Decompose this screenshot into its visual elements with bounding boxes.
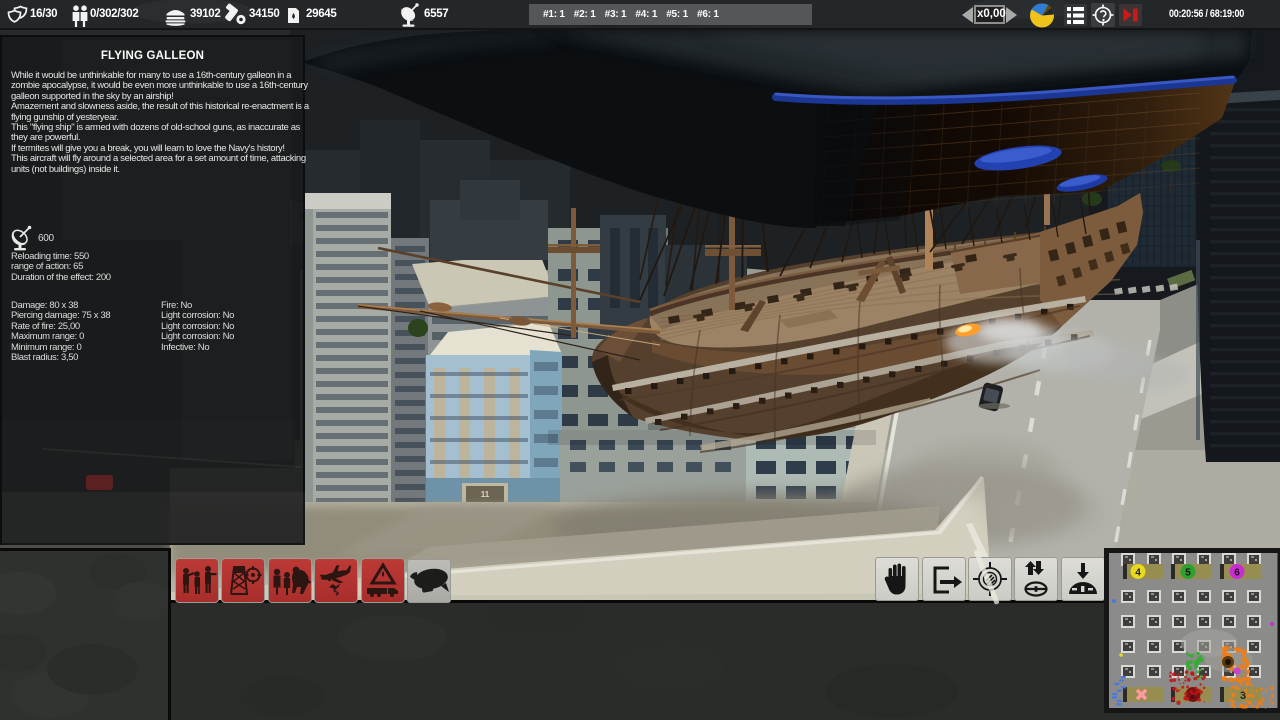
- svg-text:6: 6: [1234, 568, 1240, 579]
- svg-text:4: 4: [1135, 568, 1141, 579]
- svg-text:5: 5: [1185, 568, 1191, 579]
- svg-text:11: 11: [481, 490, 490, 499]
